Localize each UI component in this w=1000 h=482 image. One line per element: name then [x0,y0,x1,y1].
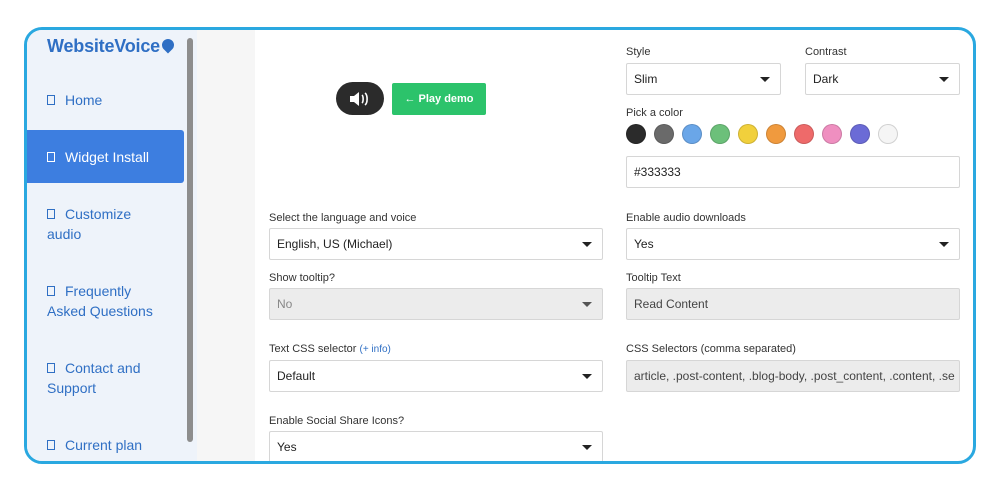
social-share-select[interactable]: Yes [269,431,603,461]
caret-down-icon [582,374,592,379]
color-label: Pick a color [626,107,683,119]
color-swatch-5[interactable] [738,124,758,144]
css-selector-label: Text CSS selector (+ info) [269,343,391,355]
tooltip-value: No [277,297,293,311]
content-gutter [197,30,255,461]
css-selectors-label: CSS Selectors (comma separated) [626,343,796,355]
color-swatch-2[interactable] [654,124,674,144]
color-swatch-4[interactable] [710,124,730,144]
caret-down-icon [760,77,770,82]
color-swatch-9[interactable] [850,124,870,144]
caret-down-icon [582,242,592,247]
sidebar-item-contact[interactable]: Contact and Support [27,358,167,398]
app-frame: WebsiteVoice Home Widget Install Customi… [24,27,976,464]
speech-bubble-icon [159,36,177,54]
style-select[interactable]: Slim [626,63,781,95]
square-icon [47,440,55,450]
sidebar-item-label: Current plan [65,437,143,453]
square-icon [47,95,55,105]
square-icon [47,209,55,219]
sidebar-item-label: Contact and Support [47,360,141,396]
sidebar: WebsiteVoice Home Widget Install Customi… [27,30,197,461]
sidebar-item-label: Frequently Asked Questions [47,283,153,319]
color-swatch-10[interactable] [878,124,898,144]
audio-downloads-value: Yes [634,237,654,251]
language-select[interactable]: English, US (Michael) [269,228,603,260]
css-selector-label-text: Text CSS selector [269,343,357,355]
sidebar-item-widget-install[interactable]: Widget Install [27,130,184,183]
tooltip-select[interactable]: No [269,288,603,320]
tooltip-text-label: Tooltip Text [626,272,681,284]
caret-down-icon [939,77,949,82]
logo[interactable]: WebsiteVoice [47,36,177,57]
play-demo-button[interactable]: ← Play demo [392,83,486,115]
brand-name: WebsiteVoice [47,36,160,56]
audio-downloads-label: Enable audio downloads [626,212,746,224]
square-icon [47,151,55,162]
color-swatch-6[interactable] [766,124,786,144]
color-swatch-8[interactable] [822,124,842,144]
color-swatch-1[interactable] [626,124,646,144]
language-value: English, US (Michael) [277,237,393,251]
contrast-label: Contrast [805,46,847,58]
audio-downloads-select[interactable]: Yes [626,228,960,260]
tooltip-text-input[interactable]: Read Content [626,288,960,320]
css-selectors-input[interactable]: article, .post-content, .blog-body, .pos… [626,360,960,392]
social-share-label: Enable Social Share Icons? [269,415,405,427]
color-swatch-7[interactable] [794,124,814,144]
audio-widget-preview[interactable] [336,82,384,115]
square-icon [47,286,55,296]
style-value: Slim [634,72,658,86]
sidebar-item-current-plan[interactable]: Current plan [27,435,184,455]
caret-down-icon [582,445,592,450]
sidebar-item-label: Customize audio [47,206,132,242]
sidebar-item-faq[interactable]: Frequently Asked Questions [27,281,167,321]
language-label: Select the language and voice [269,212,417,224]
speaker-icon [350,91,368,106]
sidebar-item-label: Home [65,92,103,108]
sidebar-item-label: Widget Install [65,148,150,165]
caret-down-icon [939,242,949,247]
color-hex-input[interactable]: #333333 [626,156,960,188]
social-share-value: Yes [277,440,297,454]
css-selector-select[interactable]: Default [269,360,603,392]
style-label: Style [626,46,651,58]
color-swatch-3[interactable] [682,124,702,144]
contrast-select[interactable]: Dark [805,63,960,95]
contrast-value: Dark [813,72,839,86]
main-content: ← Play demo Style Slim Contrast Dark Pic… [255,30,973,461]
sidebar-item-customize-audio[interactable]: Customize audio [27,204,167,244]
sidebar-item-home[interactable]: Home [27,90,184,110]
square-icon [47,363,55,373]
caret-down-icon [582,302,592,307]
tooltip-label: Show tooltip? [269,272,336,284]
css-selector-value: Default [277,369,316,383]
more-info-link[interactable]: (+ info) [359,344,390,355]
sidebar-scrollbar[interactable] [187,38,193,442]
